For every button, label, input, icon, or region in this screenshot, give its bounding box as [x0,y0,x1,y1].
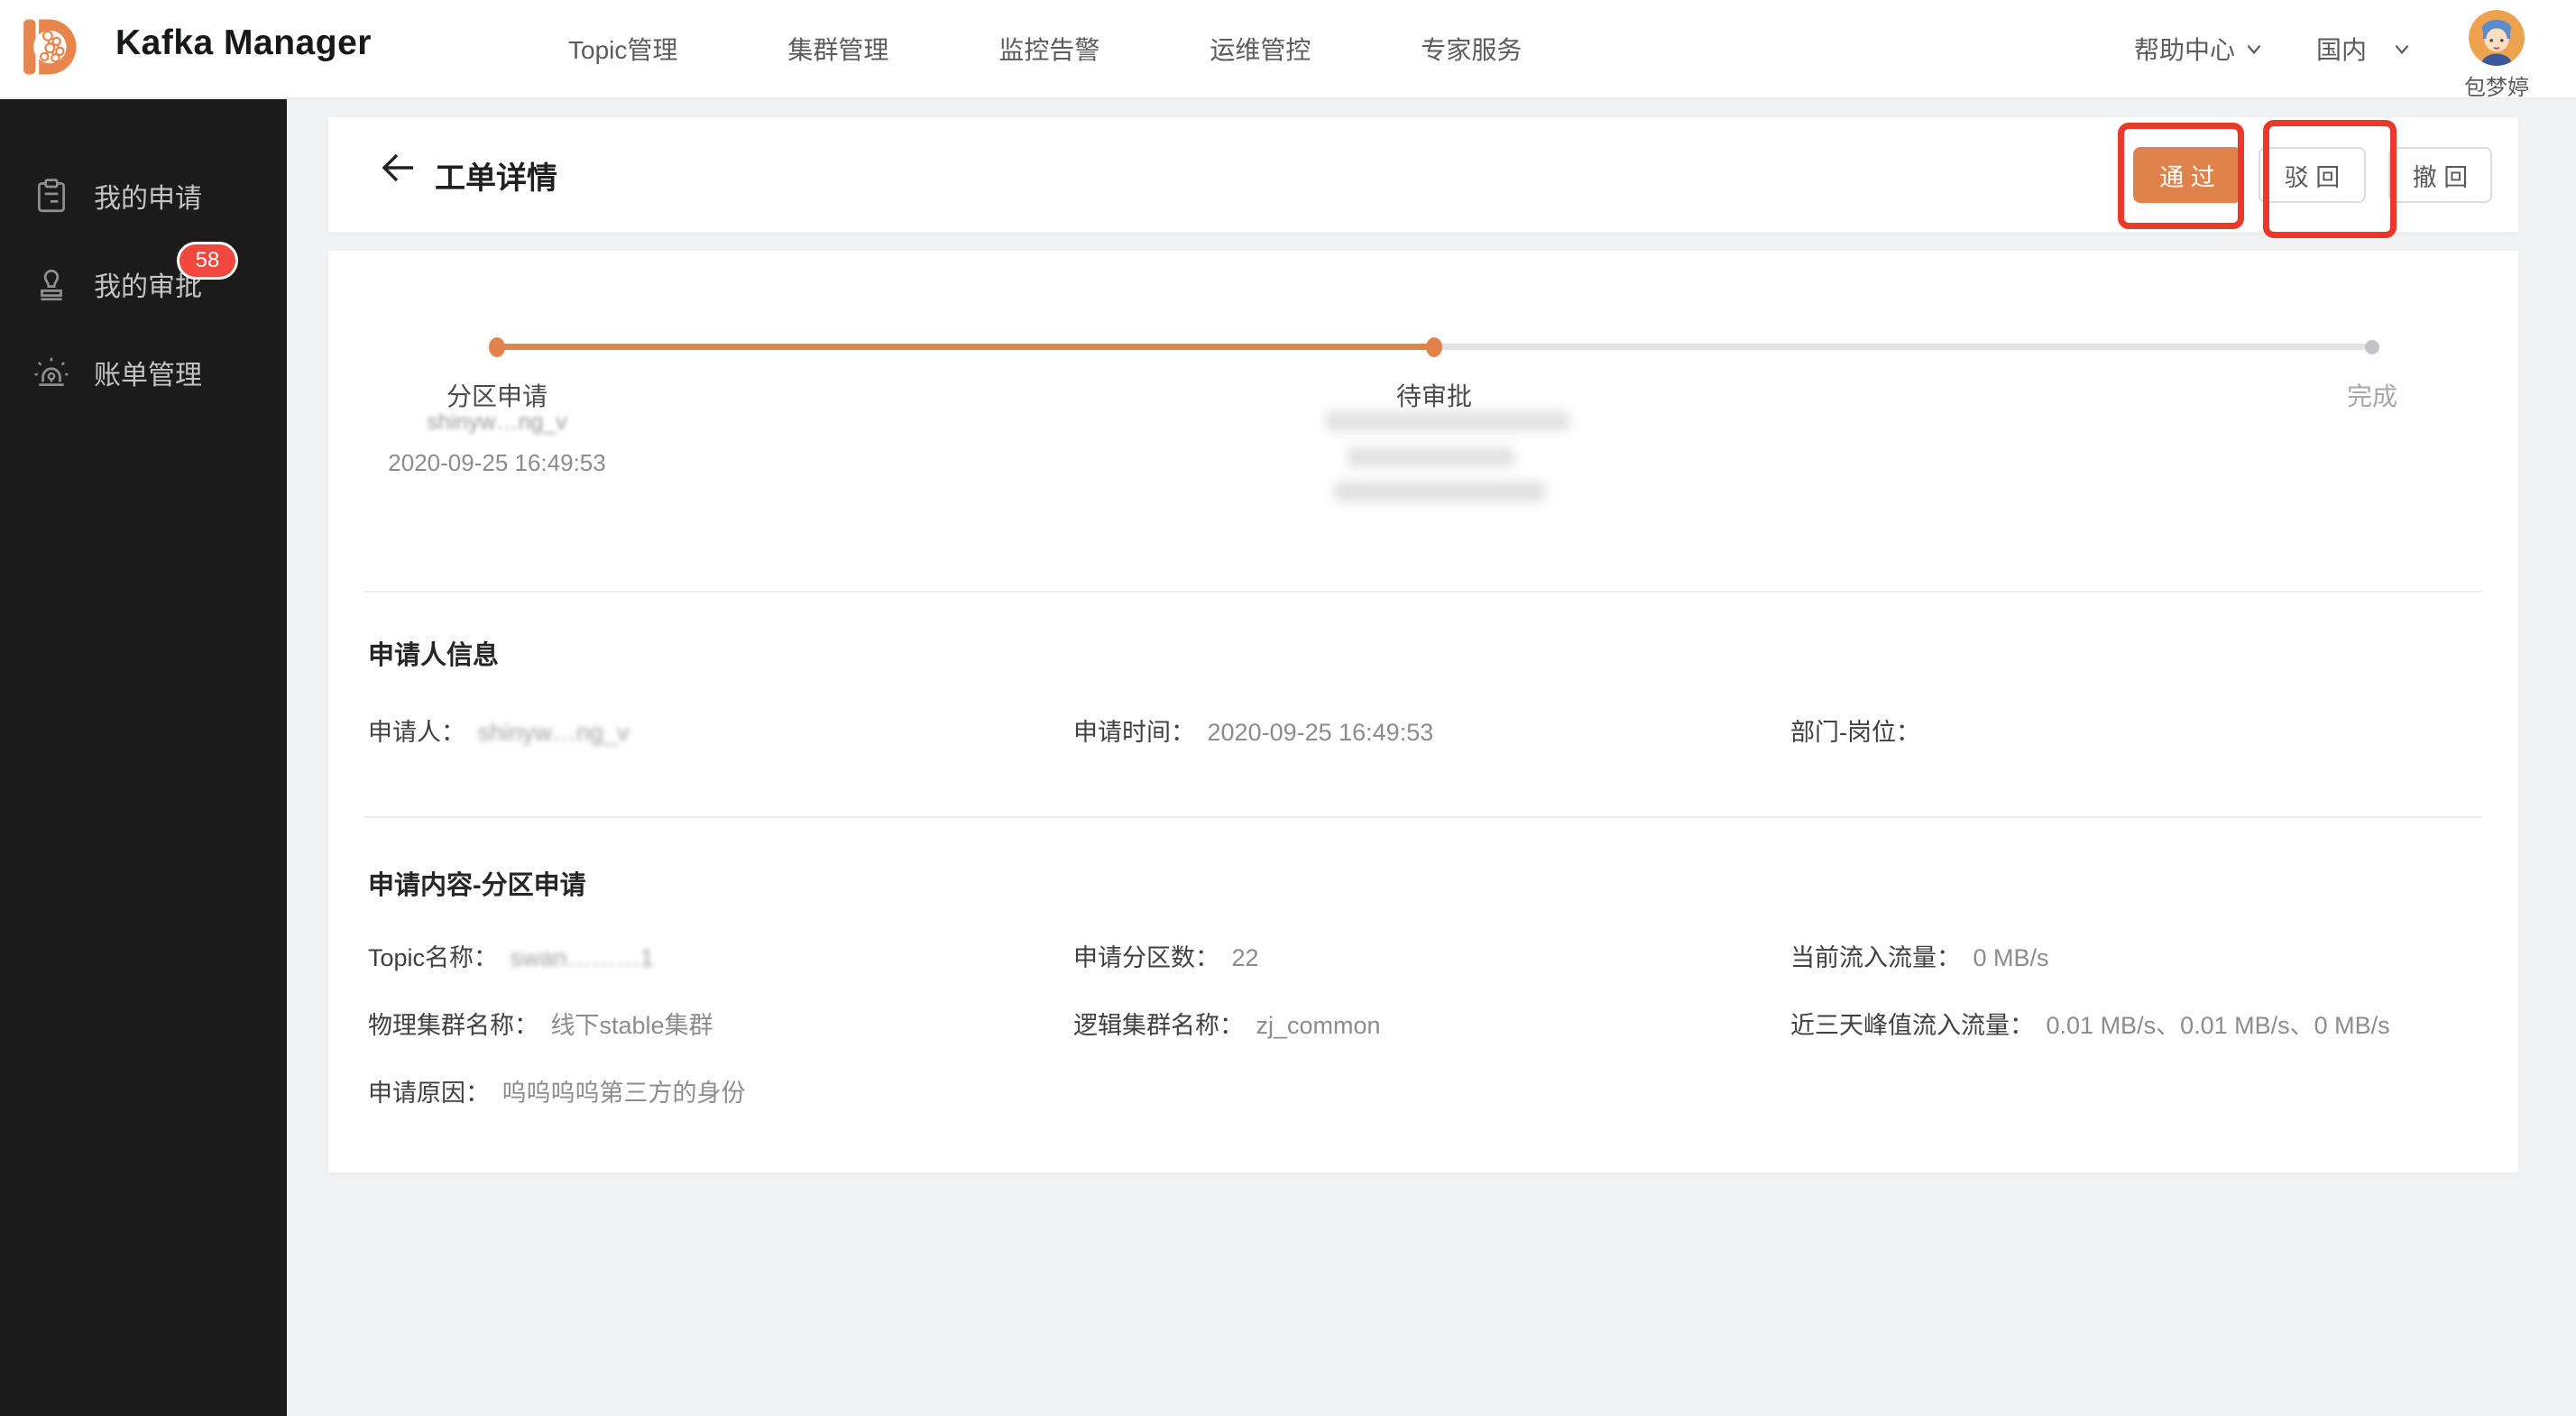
content-fields-row: 申请原因： 呜呜呜呜第三方的身份 [368,1073,2479,1108]
kafka-manager-logo-icon [18,11,88,83]
avatar [2469,10,2525,66]
step-connector-pending [1434,344,2372,350]
field-peak-inflow: 近三天峰值流入流量： 0.01 MB/s、0.01 MB/s、0 MB/s [1790,1006,2479,1041]
field-applicant: 申请人： shinyw…ng_v [368,713,1073,748]
reject-button[interactable]: 驳 回 [2259,147,2366,203]
redacted-approver-line [1334,482,1546,501]
field-logical-cluster: 逻辑集群名称： zj_common [1073,1006,1790,1041]
sidebar-item-label: 账单管理 [94,353,202,392]
redacted-approver-line [1326,411,1569,431]
step-dot-pending-approval [1426,337,1442,357]
top-header: Kafka Manager Topic管理 集群管理 监控告警 运维管控 专家服… [0,0,2576,99]
user-menu[interactable]: 包梦婷 [2464,10,2529,101]
sidebar-item-my-approvals[interactable]: 我的审批 58 [0,240,287,328]
sidebar-item-my-applications[interactable]: 我的申请 [0,152,287,240]
step-label-pending-approval: 待审批 [1396,377,1472,413]
content-fields-row: 物理集群名称： 线下stable集群 逻辑集群名称： zj_common 近三天… [368,1006,2479,1041]
user-name: 包梦婷 [2464,69,2529,101]
chevron-down-icon [2392,39,2412,59]
step-apply-time: 2020-09-25 16:49:53 [388,449,605,477]
sidebar: 我的申请 我的审批 58 账单管理 [0,97,287,1416]
page-title-bar: 工单详情 通 过 驳 回 撤 回 [328,117,2518,232]
approvals-count-badge: 58 [177,242,238,280]
step-connector-done [497,344,1434,350]
sidebar-item-billing[interactable]: 账单管理 [0,328,287,417]
app-title: Kafka Manager [115,23,372,63]
nav-ops[interactable]: 运维管控 [1210,31,1311,67]
help-center-label: 帮助中心 [2134,31,2235,67]
approve-button[interactable]: 通 过 [2133,147,2241,203]
field-partition-count: 申请分区数： 22 [1073,938,1790,973]
main-nav: Topic管理 集群管理 监控告警 运维管控 专家服务 [568,0,1522,97]
field-apply-time: 申请时间： 2020-09-25 16:49:53 [1073,713,1790,748]
clipboard-icon [32,177,70,215]
step-label-finished: 完成 [2347,377,2397,413]
nav-topic[interactable]: Topic管理 [568,31,677,67]
field-current-inflow: 当前流入流量： 0 MB/s [1790,938,2479,973]
nav-cluster[interactable]: 集群管理 [787,31,888,67]
applicant-fields-row: 申请人： shinyw…ng_v 申请时间： 2020-09-25 16:49:… [368,713,2479,748]
section-divider [364,816,2482,818]
chevron-down-icon [2244,39,2264,59]
region-select[interactable]: 国内 [2316,31,2412,67]
nav-monitor[interactable]: 监控告警 [998,31,1099,67]
alarm-icon [32,354,70,391]
section-title-content: 申请内容-分区申请 [368,864,586,902]
step-dot-apply [489,337,505,357]
redacted-approver-line [1348,447,1514,467]
step-applicant-redacted: shinyw…ng_v [427,409,567,436]
step-dot-finished [2365,340,2379,354]
field-physical-cluster: 物理集群名称： 线下stable集群 [368,1006,1073,1041]
work-order-detail-card: 分区申请 待审批 完成 shinyw…ng_v 2020-09-25 16:49… [328,251,2518,1172]
main-content: 工单详情 通 过 驳 回 撤 回 分区申请 待审批 完成 shinyw…ng_v… [287,97,2576,1416]
stamp-icon [32,265,70,303]
section-divider [364,591,2482,593]
field-apply-reason: 申请原因： 呜呜呜呜第三方的身份 [368,1073,1073,1108]
field-topic-name: Topic名称： swan………1 [368,938,1073,973]
back-arrow-icon[interactable] [379,148,419,188]
sidebar-item-label: 我的申请 [94,176,202,216]
field-department-position: 部门-岗位： [1790,713,2479,748]
content-fields-row: Topic名称： swan………1 申请分区数： 22 当前流入流量： 0 MB… [368,938,2479,973]
page-title: 工单详情 [435,153,557,198]
nav-expert[interactable]: 专家服务 [1421,31,1522,67]
region-label: 国内 [2316,31,2367,67]
help-center-menu[interactable]: 帮助中心 [2134,31,2264,67]
withdraw-button[interactable]: 撤 回 [2388,147,2492,203]
step-label-apply: 分区申请 [446,377,547,413]
section-title-applicant: 申请人信息 [368,634,499,672]
